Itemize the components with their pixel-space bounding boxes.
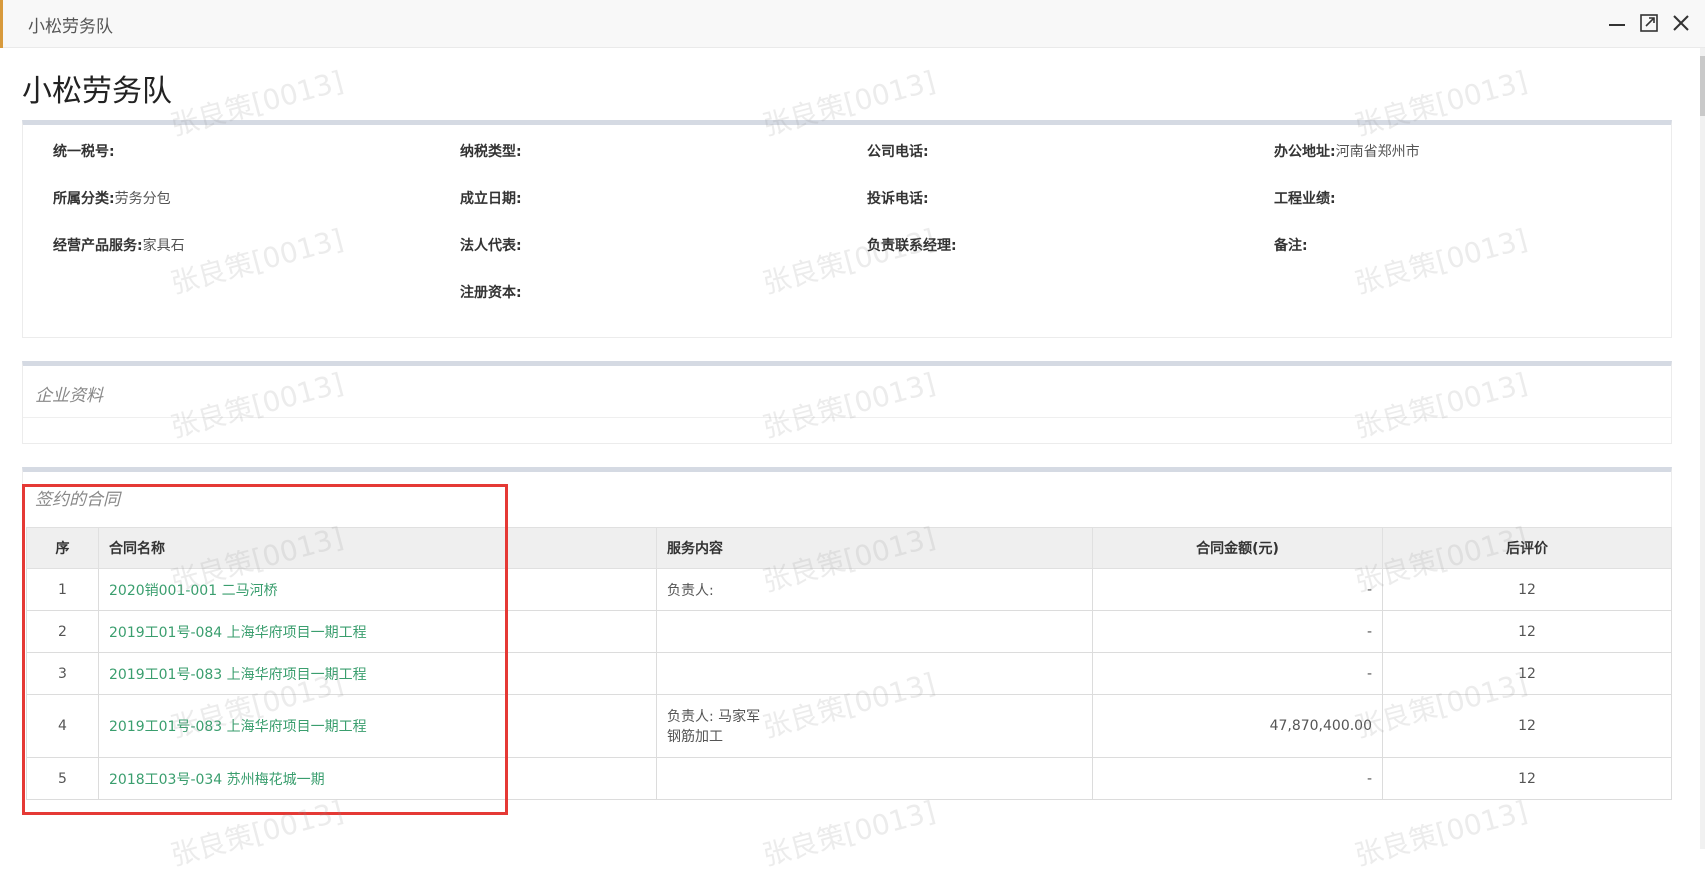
service-line: 负责人: — [667, 582, 714, 599]
col-header-service: 服务内容 — [656, 527, 1093, 569]
field-label: 纳税类型: — [460, 144, 522, 160]
window-title: 小松劳务队 — [28, 17, 113, 37]
info-field: 注册资本: — [460, 282, 522, 302]
col-header-amount: 合同金额(元) — [1092, 527, 1383, 569]
row-service — [656, 652, 1093, 695]
info-field: 所属分类:劳务分包 — [53, 188, 171, 208]
scrollbar-thumb[interactable] — [1700, 56, 1705, 116]
minimize-icon[interactable] — [1606, 12, 1628, 34]
vertical-scrollbar[interactable] — [1700, 48, 1705, 849]
maximize-icon[interactable] — [1638, 12, 1660, 34]
info-field: 纳税类型: — [460, 141, 522, 161]
row-amount: - — [1092, 757, 1383, 800]
company-docs-panel: 企业资料 — [22, 361, 1672, 444]
row-evaluation: 12 — [1382, 694, 1672, 758]
field-label: 负责联系经理: — [867, 238, 957, 254]
field-label: 经营产品服务: — [53, 238, 143, 254]
field-value: 家具石 — [142, 238, 185, 254]
field-label: 投诉电话: — [867, 191, 929, 207]
field-label: 办公地址: — [1274, 144, 1336, 160]
docs-section-title: 企业资料 — [35, 386, 103, 406]
field-label: 统一税号: — [53, 144, 115, 160]
col-header-evaluation: 后评价 — [1382, 527, 1672, 569]
row-service — [656, 610, 1093, 653]
divider — [23, 417, 1671, 418]
info-field: 办公地址:河南省郑州市 — [1274, 141, 1420, 161]
watermark: 张良策[0013] — [1351, 794, 1531, 873]
company-info-panel: 统一税号: 所属分类:劳务分包 经营产品服务:家具石 纳税类型: 成立日期: 法… — [22, 120, 1672, 338]
row-amount: - — [1092, 568, 1383, 611]
field-value: 劳务分包 — [114, 191, 171, 207]
row-evaluation: 12 — [1382, 652, 1672, 695]
row-amount: - — [1092, 652, 1383, 695]
info-field: 备注: — [1274, 235, 1308, 255]
info-field: 公司电话: — [867, 141, 929, 161]
row-amount: - — [1092, 610, 1383, 653]
field-label: 工程业绩: — [1274, 191, 1336, 207]
watermark: 张良策[0013] — [759, 794, 939, 873]
row-service — [656, 757, 1093, 800]
field-label: 所属分类: — [53, 191, 115, 207]
service-line: 负责人: 马家军 — [667, 709, 761, 725]
field-label: 成立日期: — [460, 191, 522, 207]
row-evaluation: 12 — [1382, 757, 1672, 800]
row-service: 负责人: — [656, 568, 1093, 611]
field-value: 河南省郑州市 — [1335, 144, 1420, 160]
info-field: 投诉电话: — [867, 188, 929, 208]
row-amount: 47,870,400.00 — [1092, 694, 1383, 758]
info-field: 工程业绩: — [1274, 188, 1336, 208]
row-service: 负责人: 马家军 钢筋加工 — [656, 694, 1093, 758]
row-evaluation: 12 — [1382, 610, 1672, 653]
info-field: 负责联系经理: — [867, 235, 957, 255]
annotation-highlight-box — [22, 484, 508, 815]
info-field: 成立日期: — [460, 188, 522, 208]
row-evaluation: 12 — [1382, 568, 1672, 611]
field-label: 注册资本: — [460, 285, 522, 301]
service-line: 钢筋加工 — [667, 729, 723, 745]
window-titlebar: 小松劳务队 — [0, 0, 1705, 48]
info-field: 法人代表: — [460, 235, 522, 255]
titlebar-accent — [0, 0, 3, 48]
info-field: 经营产品服务:家具石 — [53, 235, 185, 255]
page-title: 小松劳务队 — [22, 74, 172, 109]
field-label: 公司电话: — [867, 144, 929, 160]
field-label: 法人代表: — [460, 238, 522, 254]
field-label: 备注: — [1274, 238, 1308, 254]
info-field: 统一税号: — [53, 141, 115, 161]
close-icon[interactable] — [1670, 12, 1692, 34]
